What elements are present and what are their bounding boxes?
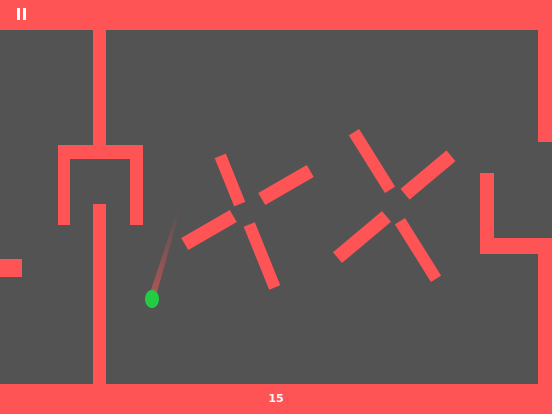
cross-left-blade-left: [181, 209, 237, 251]
ball-trail: [149, 208, 180, 296]
cross-right-blade-right: [400, 150, 456, 200]
rotating-cross-left: [181, 153, 314, 290]
cross-right-blade-top: [348, 128, 396, 194]
cross-right-blade-bottom: [394, 217, 442, 283]
ball: [145, 290, 159, 308]
rotating-cross-right: [332, 128, 456, 283]
cross-left-blade-top: [214, 153, 246, 207]
cross-left-blade-bottom: [243, 222, 281, 290]
playfield: [145, 128, 456, 308]
game-canvas[interactable]: 15: [0, 0, 552, 414]
cross-right-blade-left: [332, 211, 392, 263]
cross-left-blade-right: [258, 164, 314, 206]
